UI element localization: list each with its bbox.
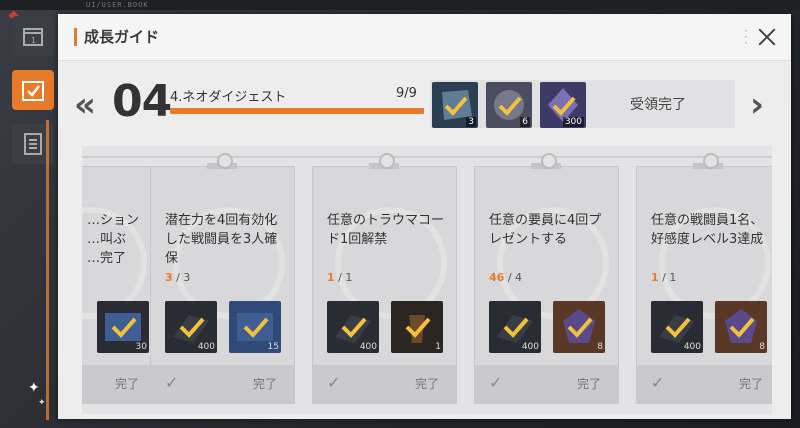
reward-count: 6 [520,117,530,127]
check-mark-icon: ✓ [651,373,665,392]
calendar-tab[interactable]: 1 [12,16,54,56]
svg-text:1: 1 [31,36,36,45]
mission-reward[interactable]: 400 [327,301,379,353]
done-label: 完了 [253,377,278,391]
card-footer: ✓ 完了 [637,365,772,403]
sparkle-icon: ✦ [28,380,40,396]
progress-done: 1 [651,271,659,284]
next-stage-arrow-icon[interactable]: › [750,85,764,125]
notebook-icon [24,133,42,155]
mission-card[interactable]: 任意の要員に4回プレゼントする 46 / 4 400 8 ✓ 完了 [474,153,619,404]
mission-reward[interactable]: 1 [391,301,443,353]
mission-reward-count: 400 [521,342,539,352]
mission-reward[interactable]: 400 [489,301,541,353]
progress-done: 46 [489,271,505,284]
mission-reward-count: 15 [267,342,279,352]
mission-card[interactable]: 任意の戦闘員1名、好感度レベル3達成 1 / 1 400 8 ✓ 完了 [636,153,772,404]
dialog-title: 成長ガイド [84,28,160,46]
stage-progress: 9/9 [396,86,417,101]
stage-name: 4.ネオダイジェスト [170,90,287,105]
check-mark-icon: ✓ [327,373,341,392]
mission-text: 任意の要員に4回プレゼントする [489,213,602,247]
card-footer: ✓ 完了 [313,365,456,403]
mission-reward-count: 8 [759,342,765,352]
title-bar: 成長ガイド · · · [58,14,791,61]
growth-guide-dialog: 成長ガイド · · · « 04 4.ネオダイジェスト 9/9 3 6 300 受領… [58,14,791,419]
done-label: 完了 [739,377,764,391]
side-rail [46,120,49,420]
top-strip: UI/USER.BOOK [0,0,800,10]
check-mark-icon: ✓ [165,373,179,392]
card-footer: 完了 [82,365,156,403]
card-ring [217,153,233,169]
stage-row: « 04 4.ネオダイジェスト 9/9 3 6 300 受領完了 › [58,76,791,134]
close-button[interactable] [755,25,779,49]
mission-reward-count: 8 [597,342,603,352]
prev-stage-arrow-icon[interactable]: « [74,85,96,125]
top-code: UI/USER.BOOK [86,1,149,9]
mission-reward-count: 30 [135,342,147,352]
mission-card[interactable]: …ション …叫ぶ …完了 30 完了 [82,166,157,404]
mission-progress: 1 / 1 [327,271,352,284]
guide-tab[interactable] [12,70,54,110]
card-footer: ✓ 完了 [151,365,294,403]
mission-reward[interactable]: 8 [553,301,605,353]
mission-reward-count: 400 [683,342,701,352]
claim-status: 受領完了 [630,97,686,113]
card-footer: ✓ 完了 [475,365,618,403]
mission-reward-count: 400 [197,342,215,352]
card-ring [541,153,557,169]
mission-text: 任意の戦闘員1名、好感度レベル3達成 [651,213,764,247]
reward-item[interactable]: 3 [432,82,478,128]
side-nav: 1 ✦ ✦ [0,0,58,428]
reward-item[interactable]: 6 [486,82,532,128]
mission-reward-count: 1 [435,342,441,352]
calendar-icon: 1 [23,28,43,46]
mission-text: 潜在力を4回有効化した戦闘員を3人確保 [165,213,278,266]
mission-card[interactable]: 潜在力を4回有効化した戦闘員を3人確保 3 / 3 400 15 ✓ 完了 [150,153,295,404]
progress-total: / 1 [662,271,677,284]
mission-reward[interactable]: 400 [651,301,703,353]
sparkle-small-icon: ✦ [38,398,46,408]
stage-reward-panel: 3 6 300 受領完了 [430,80,735,128]
mission-card[interactable]: 任意のトラウマコード1回解禁 1 / 1 400 1 ✓ 完了 [312,153,457,404]
check-mark-icon: ✓ [489,373,503,392]
progress-total: / 1 [338,271,353,284]
progress-done: 1 [327,271,335,284]
mission-progress: 46 / 4 [489,271,522,284]
stage-number: 04 [112,76,172,127]
mission-reward-count: 400 [359,342,377,352]
mission-reward[interactable]: 30 [97,301,149,353]
done-label: 完了 [577,377,602,391]
stage-progress-bar [170,108,424,114]
reward-count: 300 [562,117,584,127]
progress-done: 3 [165,271,173,284]
progress-total: / 3 [176,271,191,284]
mission-reward[interactable]: 15 [229,301,281,353]
progress-total: / 4 [507,271,523,284]
reward-item[interactable]: 300 [540,82,586,128]
mission-reward[interactable]: 400 [165,301,217,353]
mission-progress: 1 / 1 [651,271,676,284]
done-label: 完了 [115,377,140,391]
mission-text: 任意のトラウマコード1回解禁 [327,213,445,247]
mission-reward[interactable]: 8 [715,301,767,353]
card-ring [379,153,395,169]
card-rail [82,156,772,158]
card-ring [703,153,719,169]
mission-cards-area[interactable]: …ション …叫ぶ …完了 30 完了 潜在力を4回有効化した戦闘員を3人確保 3… [82,146,772,414]
mission-progress: 3 / 3 [165,271,190,284]
done-label: 完了 [415,377,440,391]
reward-count: 3 [466,117,476,127]
more-dots-icon: · · · [744,24,748,50]
checklist-icon [22,81,44,101]
title-accent [74,28,77,46]
